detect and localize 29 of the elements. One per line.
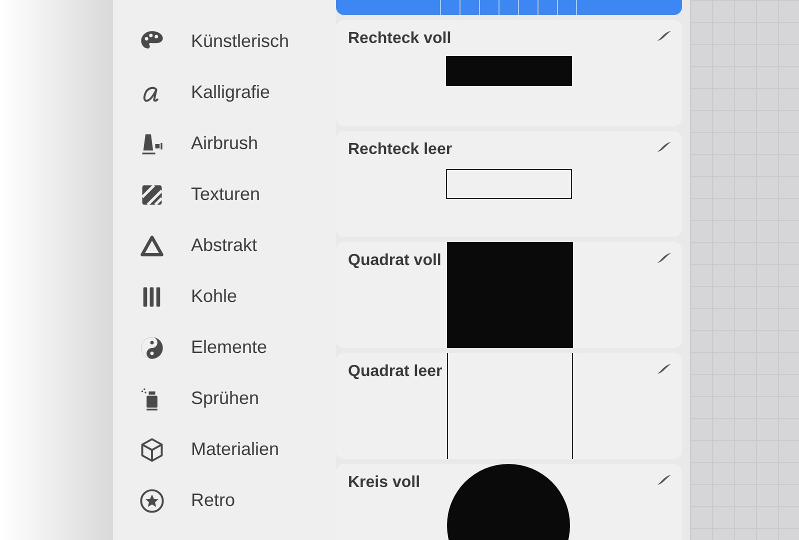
- category-item[interactable]: Materialien: [191, 436, 280, 463]
- pen-stroke-icon: [656, 252, 672, 264]
- category-item[interactable]: Kohle: [191, 283, 238, 310]
- brush-card[interactable]: Quadrat voll: [336, 242, 682, 348]
- brush-name: Kreis voll: [348, 473, 420, 493]
- brush-card[interactable]: Rechteck voll: [336, 20, 682, 126]
- category-item[interactable]: Retro: [191, 487, 236, 514]
- brush-name: Rechteck leer: [348, 140, 452, 160]
- category-item[interactable]: Abstrakt: [191, 232, 258, 259]
- category-item[interactable]: Texturen: [191, 181, 260, 208]
- category-item[interactable]: Kalligrafie: [191, 79, 270, 106]
- pen-stroke-icon: [656, 474, 672, 486]
- brush-name: Rechteck voll: [348, 29, 452, 49]
- brush-card[interactable]: Quadrat leer: [336, 353, 682, 459]
- yin-yang-icon: [139, 334, 165, 360]
- star-circle-icon: [139, 488, 165, 514]
- pen-stroke-icon: [656, 363, 672, 375]
- category-item[interactable]: Sprühen: [191, 385, 260, 412]
- brush-name: Quadrat leer: [348, 362, 442, 382]
- brush-name: Quadrat voll: [348, 251, 442, 271]
- category-item[interactable]: Künstlerisch: [191, 28, 290, 55]
- brush-card[interactable]: Kreis voll: [336, 464, 682, 540]
- category-item[interactable]: Airbrush: [191, 130, 258, 157]
- pen-stroke-icon: [656, 30, 672, 42]
- brush-card[interactable]: Rechteck leer: [336, 131, 682, 237]
- category-item[interactable]: Elemente: [191, 334, 268, 361]
- pen-stroke-icon: [656, 141, 672, 153]
- cube-icon: [139, 436, 165, 462]
- triangle-icon: [139, 232, 165, 258]
